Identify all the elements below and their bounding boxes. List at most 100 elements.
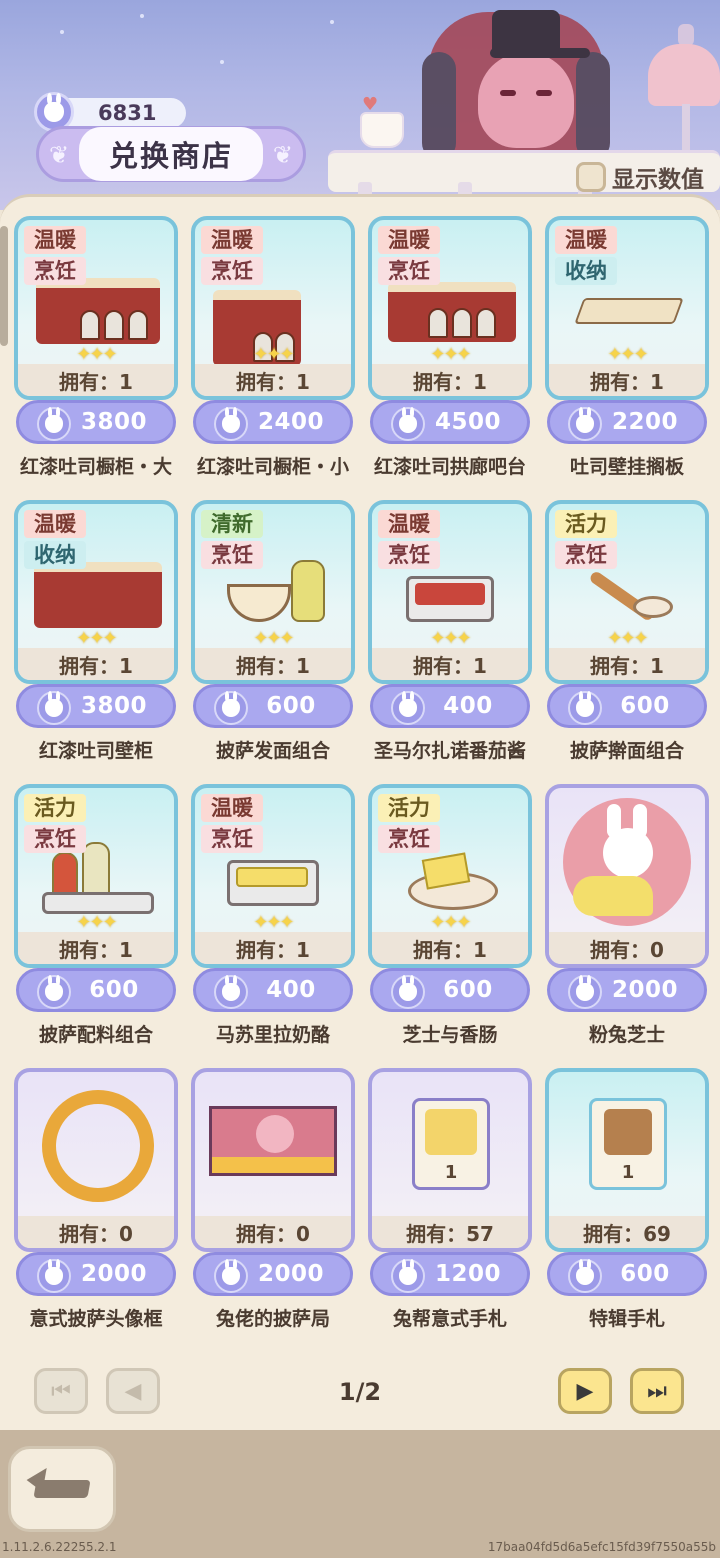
item-name: 披萨擀面组合 — [569, 740, 684, 762]
owned-count: 拥有：1 — [549, 364, 705, 396]
shop-item-card[interactable]: 温暖 烹饪 ✦✦✦ 拥有：1 4500 红漆吐司拱廊吧台 — [368, 216, 532, 478]
owned-count: 拥有：1 — [195, 364, 351, 396]
shop-item-card[interactable]: 温暖 烹饪 ✦✦✦ 拥有：1 3800 红漆吐司橱柜・大 — [14, 216, 178, 478]
shop-item-card[interactable]: 拥有：0 2000 意式披萨头像框 — [14, 1068, 178, 1330]
item-tag: 烹饪 — [378, 825, 440, 853]
price-button[interactable]: 2400 — [193, 400, 353, 444]
item-tag: 温暖 — [201, 794, 263, 822]
item-image — [563, 798, 691, 926]
rating-stars: ✦✦✦ — [607, 344, 648, 365]
rating-stars: ✦✦✦ — [253, 628, 294, 649]
owned-count: 拥有：1 — [372, 648, 528, 680]
item-tag: 温暖 — [378, 226, 440, 254]
build-hash-label: 17baa04fd5d6a5efc15fd39f7550a55b — [487, 1540, 716, 1554]
rating-stars: ✦✦✦ — [253, 344, 294, 365]
shop-item-card[interactable]: 温暖 收纳 ✦✦✦ 拥有：1 3800 红漆吐司壁柜 — [14, 500, 178, 762]
price-button[interactable]: 600 — [193, 684, 353, 728]
owned-count: 拥有：1 — [549, 648, 705, 680]
owned-count: 拥有：1 — [195, 648, 351, 680]
shop-item-card[interactable]: 拥有：0 2000 粉兔芝士 — [545, 784, 709, 1046]
bunny-coin-icon — [37, 1258, 71, 1293]
bunny-coin-icon — [391, 406, 425, 441]
bunny-coin-icon — [568, 406, 602, 441]
item-name: 红漆吐司壁柜 — [38, 740, 153, 762]
tray — [42, 892, 154, 914]
price-button[interactable]: 4500 — [370, 400, 530, 444]
price-button[interactable]: 2000 — [193, 1252, 353, 1296]
item-tag: 活力 — [24, 794, 86, 822]
shop-item-card[interactable]: 温暖 烹饪 ✦✦✦ 拥有：1 2400 红漆吐司橱柜・小 — [191, 216, 355, 478]
skip-last-icon: ⏭ — [647, 1378, 667, 1404]
shop-item-card[interactable]: 清新 烹饪 ✦✦✦ 拥有：1 600 披萨发面组合 — [191, 500, 355, 762]
chair-arm — [422, 52, 456, 160]
price-button[interactable]: 600 — [547, 684, 707, 728]
item-image — [42, 1090, 154, 1202]
owned-count: 拥有：1 — [372, 932, 528, 964]
shop-item-card[interactable]: 活力 烹饪 ✦✦✦ 拥有：1 600 芝士与香肠 — [368, 784, 532, 1046]
lamp-finial — [678, 24, 694, 46]
teacup — [360, 112, 404, 148]
shop-item-card[interactable]: 温暖 烹饪 ✦✦✦ 拥有：1 400 圣马尔扎诺番茄酱 — [368, 500, 532, 762]
bowl — [633, 596, 673, 618]
back-button[interactable] — [8, 1446, 116, 1532]
price-button[interactable]: 600 — [547, 1252, 707, 1296]
rating-stars: ✦✦✦ — [76, 344, 117, 365]
shop-item-card[interactable]: 活力 烹饪 ✦✦✦ 拥有：1 600 披萨擀面组合 — [545, 500, 709, 762]
item-tag: 收纳 — [24, 541, 86, 569]
scrollbar-thumb[interactable] — [0, 226, 8, 346]
shop-item-card[interactable]: 1 拥有：69 600 特辑手札 — [545, 1068, 709, 1330]
owned-count: 拥有：1 — [18, 648, 174, 680]
bunny-coin-icon — [214, 974, 248, 1009]
item-tag: 烹饪 — [24, 825, 86, 853]
item-tag: 烹饪 — [24, 257, 86, 285]
price-button[interactable]: 2200 — [547, 400, 707, 444]
item-tag: 温暖 — [24, 510, 86, 538]
first-page-button[interactable]: ⏮ — [34, 1368, 88, 1414]
skip-first-icon: ⏮ — [51, 1378, 71, 1404]
price-button[interactable]: 600 — [16, 968, 176, 1012]
price-button[interactable]: 2000 — [16, 1252, 176, 1296]
sky-star — [330, 20, 334, 24]
shop-item-card[interactable]: 温暖 收纳 ✦✦✦ 拥有：1 2200 吐司壁挂搁板 — [545, 216, 709, 478]
item-image: 1 — [589, 1098, 667, 1190]
item-tag: 清新 — [201, 510, 263, 538]
show-values-checkbox[interactable] — [576, 162, 606, 192]
item-name: 特辑手札 — [588, 1308, 665, 1330]
shop-item-card[interactable]: 温暖 烹饪 ✦✦✦ 拥有：1 400 马苏里拉奶酪 — [191, 784, 355, 1046]
price-button[interactable]: 1200 — [370, 1252, 530, 1296]
price-button[interactable]: 400 — [193, 968, 353, 1012]
prev-page-button[interactable]: ◀ — [106, 1368, 160, 1414]
item-tag: 烹饪 — [201, 541, 263, 569]
item-frame: 1 拥有：69 — [545, 1068, 709, 1252]
show-values-label: 显示数值 — [612, 167, 704, 193]
rating-stars: ✦✦✦ — [430, 912, 471, 933]
owned-count: 拥有：0 — [549, 932, 705, 964]
shop-item-card[interactable]: 拥有：0 2000 兔佬的披萨局 — [191, 1068, 355, 1330]
price-button[interactable]: 2000 — [547, 968, 707, 1012]
bunny-coin-icon — [214, 406, 248, 441]
version-label: 1.11.2.6.22255.2.1 — [2, 1540, 117, 1554]
next-page-button[interactable]: ▶ — [558, 1368, 612, 1414]
item-tag: 活力 — [555, 510, 617, 538]
price-button[interactable]: 600 — [370, 968, 530, 1012]
shop-item-card[interactable]: 1 拥有：57 1200 兔帮意式手札 — [368, 1068, 532, 1330]
bunny-coin-icon — [391, 690, 425, 725]
item-image — [406, 576, 494, 622]
price-button[interactable]: 3800 — [16, 684, 176, 728]
item-tag: 收纳 — [555, 257, 617, 285]
price-button[interactable]: 400 — [370, 684, 530, 728]
item-tag: 温暖 — [378, 510, 440, 538]
owned-count: 拥有：0 — [18, 1216, 174, 1248]
price-button[interactable]: 3800 — [16, 400, 176, 444]
bunny-coin-icon — [568, 974, 602, 1009]
shop-item-card[interactable]: 活力 烹饪 ✦✦✦ 拥有：1 600 披萨配料组合 — [14, 784, 178, 1046]
chevron-right-icon: ▶ — [576, 1378, 594, 1404]
bunny-coin-icon — [37, 406, 71, 441]
owned-count: 拥有：0 — [195, 1216, 351, 1248]
item-tag: 烹饪 — [201, 257, 263, 285]
last-page-button[interactable]: ⏭ — [630, 1368, 684, 1414]
item-tag: 烹饪 — [378, 257, 440, 285]
item-frame: 1 拥有：57 — [368, 1068, 532, 1252]
sky-star — [60, 30, 64, 34]
show-values-toggle[interactable]: 显示数值 — [576, 160, 704, 194]
